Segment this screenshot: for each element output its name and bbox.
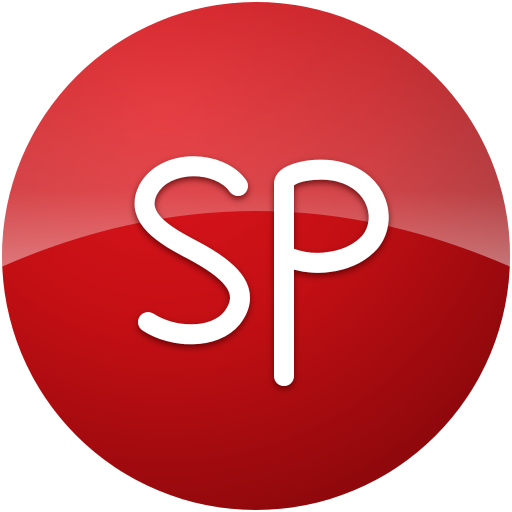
sp-logo (2, 2, 510, 510)
app-icon (0, 0, 512, 512)
